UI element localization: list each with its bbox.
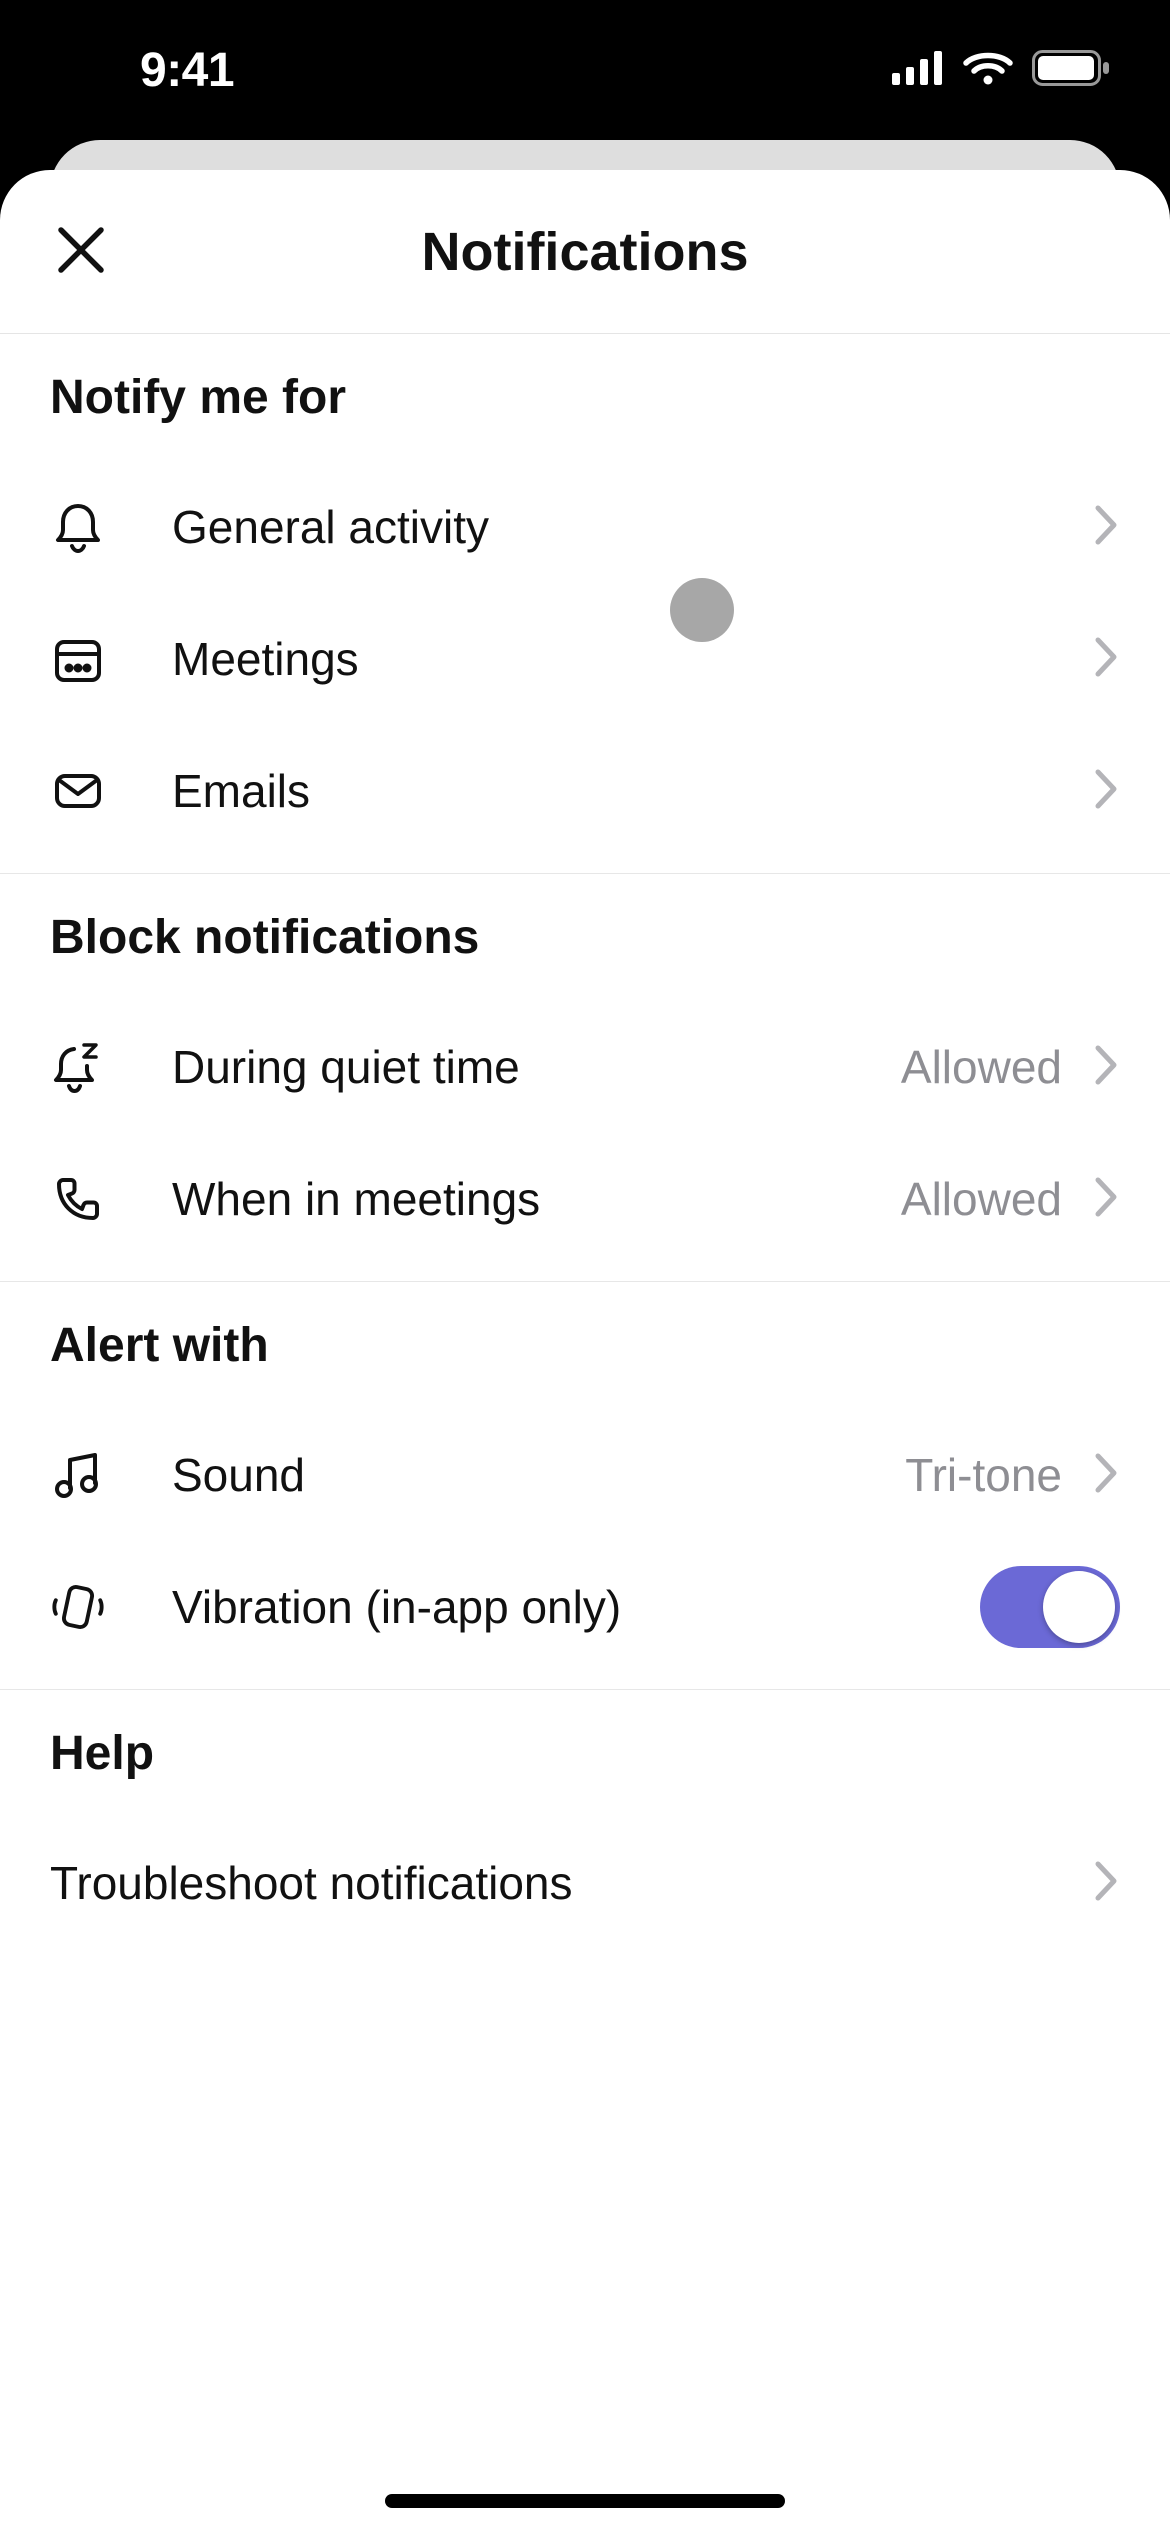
vibration-toggle[interactable] xyxy=(980,1566,1120,1648)
notifications-sheet: Notifications Notify me for General acti… xyxy=(0,170,1170,2532)
cellular-icon xyxy=(892,51,944,90)
phone-icon xyxy=(50,1171,106,1227)
chevron-right-icon xyxy=(1092,1452,1120,1499)
section-alert-with: Alert with Sound Tri-tone Vibration (in-… xyxy=(0,1282,1170,1690)
toggle-knob xyxy=(1043,1571,1115,1643)
chevron-right-icon xyxy=(1092,1176,1120,1223)
home-indicator[interactable] xyxy=(385,2494,785,2508)
section-title: Alert with xyxy=(0,1282,1170,1393)
row-when-in-meetings[interactable]: When in meetings Allowed xyxy=(0,1133,1170,1265)
music-note-icon xyxy=(50,1447,106,1503)
sheet-header: Notifications xyxy=(0,170,1170,334)
calendar-icon xyxy=(50,631,106,687)
chevron-right-icon xyxy=(1092,1044,1120,1091)
row-emails[interactable]: Emails xyxy=(0,725,1170,857)
section-title: Notify me for xyxy=(0,334,1170,445)
status-bar: 9:41 xyxy=(0,0,1170,140)
close-icon xyxy=(55,224,107,279)
row-label: Vibration (in-app only) xyxy=(172,1580,980,1634)
row-quiet-time[interactable]: During quiet time Allowed xyxy=(0,1001,1170,1133)
section-help: Help Troubleshoot notifications xyxy=(0,1690,1170,1949)
envelope-icon xyxy=(50,763,106,819)
row-label: Sound xyxy=(172,1448,905,1502)
section-title: Help xyxy=(0,1690,1170,1801)
row-meetings[interactable]: Meetings xyxy=(0,593,1170,725)
row-value: Allowed xyxy=(901,1172,1062,1226)
chevron-right-icon xyxy=(1092,636,1120,683)
row-label: Troubleshoot notifications xyxy=(50,1856,1092,1910)
row-troubleshoot[interactable]: Troubleshoot notifications xyxy=(0,1817,1170,1949)
row-value: Tri-tone xyxy=(905,1448,1062,1502)
row-value: Allowed xyxy=(901,1040,1062,1094)
sheet-title: Notifications xyxy=(421,221,748,283)
row-sound[interactable]: Sound Tri-tone xyxy=(0,1409,1170,1541)
section-notify-me-for: Notify me for General activity Meetings xyxy=(0,334,1170,874)
chevron-right-icon xyxy=(1092,1860,1120,1907)
row-general-activity[interactable]: General activity xyxy=(0,461,1170,593)
battery-icon xyxy=(1032,50,1110,91)
section-title: Block notifications xyxy=(0,874,1170,985)
row-label: General activity xyxy=(172,500,1092,554)
row-label: Meetings xyxy=(172,632,1092,686)
chevron-right-icon xyxy=(1092,504,1120,551)
bell-icon xyxy=(50,499,106,555)
row-vibration: Vibration (in-app only) xyxy=(0,1541,1170,1673)
wifi-icon xyxy=(962,49,1014,92)
status-icons xyxy=(892,49,1110,92)
vibration-icon xyxy=(50,1579,106,1635)
row-label: Emails xyxy=(172,764,1092,818)
section-block-notifications: Block notifications During quiet time Al… xyxy=(0,874,1170,1282)
row-label: During quiet time xyxy=(172,1040,901,1094)
row-label: When in meetings xyxy=(172,1172,901,1226)
bell-snooze-icon xyxy=(50,1039,106,1095)
close-button[interactable] xyxy=(46,217,116,287)
status-time: 9:41 xyxy=(70,43,234,98)
chevron-right-icon xyxy=(1092,768,1120,815)
